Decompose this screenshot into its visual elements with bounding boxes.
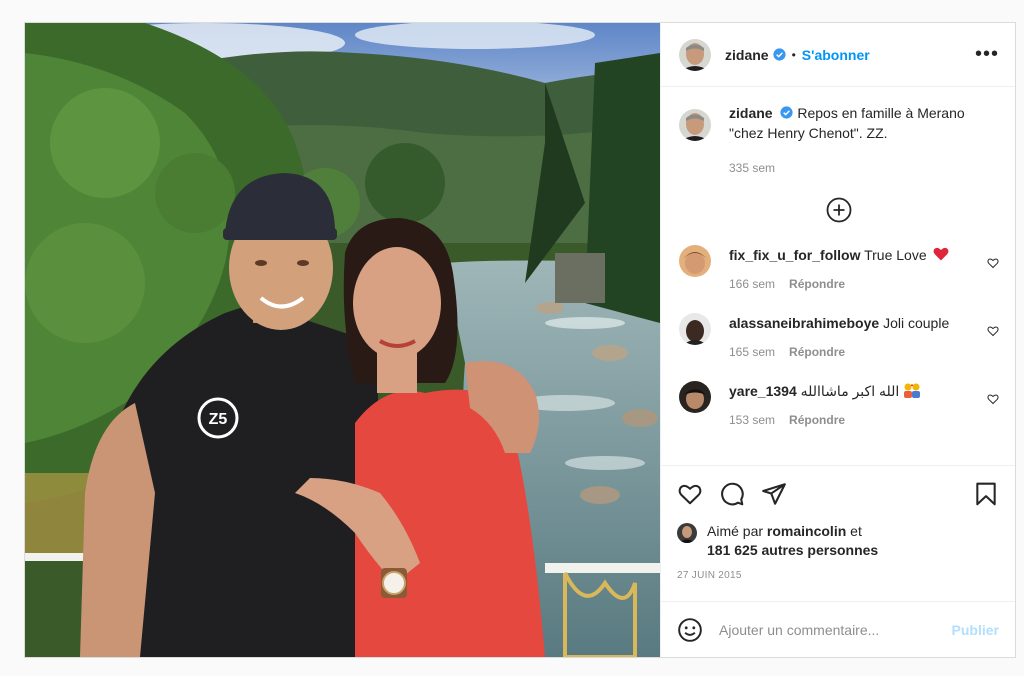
paper-plane-icon[interactable] — [761, 481, 787, 507]
comment-item: yare_1394 الله اكبر ماشاالله 153 sem Rép… — [679, 381, 999, 427]
likes-joiner: et — [850, 523, 862, 539]
comments-list[interactable]: zidane Repos en famille à Merano "chez H… — [661, 87, 1015, 465]
instagram-post: Z5 zidane • S'abonner ••• zidane Repos e… — [24, 22, 1016, 658]
post-side-panel: zidane • S'abonner ••• zidane Repos en f… — [660, 23, 1015, 657]
likes-prefix: Aimé par — [707, 523, 764, 539]
author-avatar[interactable] — [679, 38, 711, 71]
comment-item: alassaneibrahimeboye Joli couple 165 sem… — [679, 313, 999, 359]
reply-button[interactable]: Répondre — [789, 345, 845, 359]
comment-age[interactable]: 153 sem — [729, 413, 775, 427]
comment-text: الله اكبر ماشاالله — [800, 383, 900, 399]
svg-text:Z5: Z5 — [209, 411, 228, 428]
publish-button[interactable]: Publier — [952, 622, 999, 638]
more-options-icon[interactable]: ••• — [975, 43, 999, 67]
comment-text: Joli couple — [883, 315, 950, 331]
heart-emoji-icon — [933, 247, 948, 261]
likes-others[interactable]: 181 625 autres personnes — [707, 542, 878, 558]
comment-like-heart-icon[interactable] — [987, 325, 999, 337]
commenter-avatar[interactable] — [679, 313, 711, 345]
heart-icon[interactable] — [677, 481, 703, 507]
post-actions: Aimé par romaincolin et 181 625 autres p… — [661, 465, 1015, 601]
post-photo[interactable]: Z5 — [25, 23, 660, 657]
liker-avatar[interactable] — [677, 523, 697, 543]
comment-item: fix_fix_u_for_follow True Love 166 sem R… — [679, 245, 999, 291]
commenter-avatar[interactable] — [679, 245, 711, 277]
post-header: zidane • S'abonner ••• — [661, 23, 1015, 87]
likes-summary[interactable]: Aimé par romaincolin et 181 625 autres p… — [677, 522, 999, 560]
couple-emoji-icon — [904, 383, 921, 398]
verified-badge-icon — [772, 48, 786, 61]
comment-input[interactable] — [719, 621, 952, 638]
commenter-username[interactable]: alassaneibrahimeboye — [729, 315, 879, 331]
caption: zidane Repos en famille à Merano "chez H… — [679, 103, 999, 175]
comment-icon[interactable] — [719, 481, 745, 507]
header-separator: • — [791, 47, 796, 62]
bookmark-icon[interactable] — [973, 481, 999, 507]
post-date[interactable]: 27 JUIN 2015 — [677, 570, 999, 581]
comment-age[interactable]: 166 sem — [729, 277, 775, 291]
action-buttons-row — [677, 478, 999, 510]
commenter-username[interactable]: yare_1394 — [729, 383, 797, 399]
caption-author-avatar[interactable] — [679, 109, 711, 141]
verified-badge-icon — [780, 106, 794, 119]
comment-age[interactable]: 165 sem — [729, 345, 775, 359]
comment-like-heart-icon[interactable] — [987, 257, 999, 269]
liker-username[interactable]: romaincolin — [767, 523, 846, 539]
smiley-icon[interactable] — [677, 617, 703, 643]
photo-couple-by-river: Z5 — [25, 23, 660, 657]
reply-button[interactable]: Répondre — [789, 413, 845, 427]
reply-button[interactable]: Répondre — [789, 277, 845, 291]
commenter-username[interactable]: fix_fix_u_for_follow — [729, 247, 860, 263]
follow-button[interactable]: S'abonner — [802, 47, 870, 63]
author-username[interactable]: zidane — [725, 47, 769, 63]
add-comment-bar: Publier — [661, 601, 1015, 657]
caption-username[interactable]: zidane — [729, 105, 773, 121]
comment-like-heart-icon[interactable] — [987, 393, 999, 405]
caption-age[interactable]: 335 sem — [729, 161, 775, 175]
commenter-avatar[interactable] — [679, 381, 711, 413]
plus-circle-icon[interactable] — [826, 197, 852, 223]
load-more-comments[interactable] — [679, 197, 999, 223]
comment-text: True Love — [864, 247, 927, 263]
